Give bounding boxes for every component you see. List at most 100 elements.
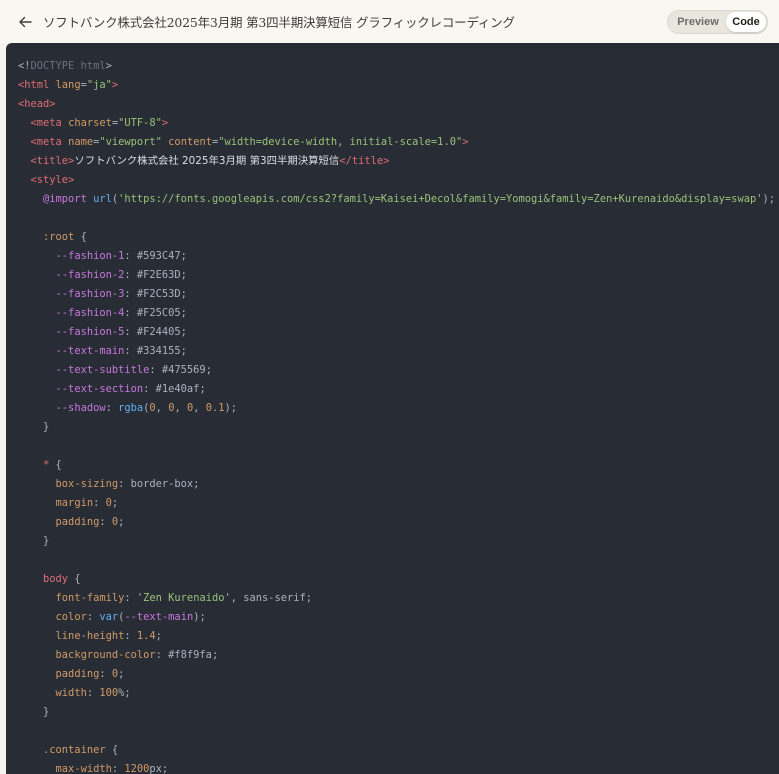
code-line: box-sizing: border-box; — [18, 475, 775, 494]
code-panel[interactable]: <!DOCTYPE html> <html lang="ja"> <head> <m… — [6, 43, 779, 774]
code-token: : — [93, 497, 106, 509]
code-line: color: var(--text-main); — [18, 608, 775, 627]
code-token: font-family — [55, 592, 125, 604]
code-token: box-sizing — [55, 478, 119, 490]
code-line: --text-section: #1e40af; — [18, 380, 775, 399]
code-line: --fashion-3: #F2C53D; — [18, 285, 775, 304]
code-token: lang — [55, 79, 81, 91]
code-token: ソフトバンク株式会社 2025年3月期 第3四半期決算短信 — [74, 155, 340, 167]
code-token: , — [193, 402, 206, 414]
arrow-left-icon — [18, 15, 32, 29]
code-token: : #f8f9fa; — [155, 649, 219, 661]
code-line: <meta name="viewport" content="width=dev… — [18, 133, 775, 152]
code-token: { — [74, 231, 87, 243]
code-token: : — [111, 763, 125, 774]
code-token: --text-subtitle — [55, 364, 150, 376]
code-token: color — [55, 611, 87, 623]
code-token: --text-main — [55, 345, 125, 357]
code-token: </title> — [339, 155, 390, 167]
code-token: body — [43, 573, 69, 585]
code-line: --fashion-5: #F24405; — [18, 323, 775, 342]
code-line: .container { — [18, 741, 775, 760]
code-token: <! — [18, 60, 31, 72]
code-token: ; — [118, 668, 125, 680]
code-token: --text-main — [124, 611, 194, 623]
code-token: , — [174, 402, 187, 414]
code-block: <!DOCTYPE html> <html lang="ja"> <head> <m… — [18, 57, 775, 774]
code-line: } — [18, 703, 775, 722]
code-token: --fashion-5 — [55, 326, 125, 338]
code-line: @import url('https://fonts.googleapis.co… — [18, 190, 775, 209]
code-token: padding — [55, 516, 100, 528]
code-line: font-family: 'Zen Kurenaido', sans-serif… — [18, 589, 775, 608]
code-token: margin — [55, 497, 94, 509]
code-line: max-width: 1200px; — [18, 760, 775, 774]
code-token: DOCTYPE html — [30, 60, 106, 72]
code-line: --fashion-4: #F25C05; — [18, 304, 775, 323]
code-token: : — [124, 592, 137, 604]
code-token: , sans-serif; — [230, 592, 313, 604]
code-token: } — [18, 706, 50, 718]
code-token: : #1e40af; — [143, 383, 206, 395]
code-tab[interactable]: Code — [726, 12, 766, 32]
code-line: } — [18, 532, 775, 551]
code-token: ; — [111, 497, 119, 509]
code-token: "viewport" — [99, 136, 162, 148]
code-line: line-height: 1.4; — [18, 627, 775, 646]
code-token: <html — [18, 79, 56, 91]
code-token: rgba — [118, 402, 144, 414]
code-line: :root { — [18, 228, 775, 247]
code-token: ); — [193, 611, 206, 623]
code-line: --text-subtitle: #475569; — [18, 361, 775, 380]
code-line: } — [18, 418, 775, 437]
code-token: : — [86, 611, 100, 623]
code-token: : #F2C53D; — [124, 288, 187, 300]
code-token: "width=device-width, initial-scale=1.0" — [218, 136, 463, 148]
code-line: --fashion-2: #F2E63D; — [18, 266, 775, 285]
code-token: "UTF-8" — [118, 117, 162, 129]
code-token: url — [93, 193, 112, 205]
code-token: { — [68, 573, 81, 585]
code-token: } — [18, 421, 50, 433]
code-token: { — [49, 459, 62, 471]
preview-tab[interactable]: Preview — [672, 12, 724, 32]
code-token: : — [86, 687, 100, 699]
back-button[interactable] — [12, 10, 38, 34]
code-token: @import — [43, 193, 94, 205]
code-token: 'https://fonts.googleapis.com/css2?famil… — [118, 193, 763, 205]
code-token: max-width — [55, 763, 112, 774]
code-line: <meta charset="UTF-8"> — [18, 114, 775, 133]
code-line: body { — [18, 570, 775, 589]
artifact-title: ソフトバンク株式会社2025年3月期 第3四半期決算短信 グラフィックレコーディ… — [43, 15, 515, 30]
code-token: : border-box; — [118, 478, 200, 490]
code-token: : #475569; — [149, 364, 212, 376]
code-line: width: 100%; — [18, 684, 775, 703]
code-token: 0.1 — [205, 402, 225, 414]
code-token: --fashion-4 — [55, 307, 125, 319]
code-token: --text-section — [55, 383, 144, 395]
code-token: content — [161, 136, 212, 148]
code-line: background-color: #f8f9fa; — [18, 646, 775, 665]
code-token: 1.4 — [136, 630, 156, 642]
code-token: : — [124, 630, 137, 642]
code-token: ; — [155, 630, 162, 642]
code-token: > — [111, 79, 119, 91]
code-token: charset — [68, 117, 112, 129]
